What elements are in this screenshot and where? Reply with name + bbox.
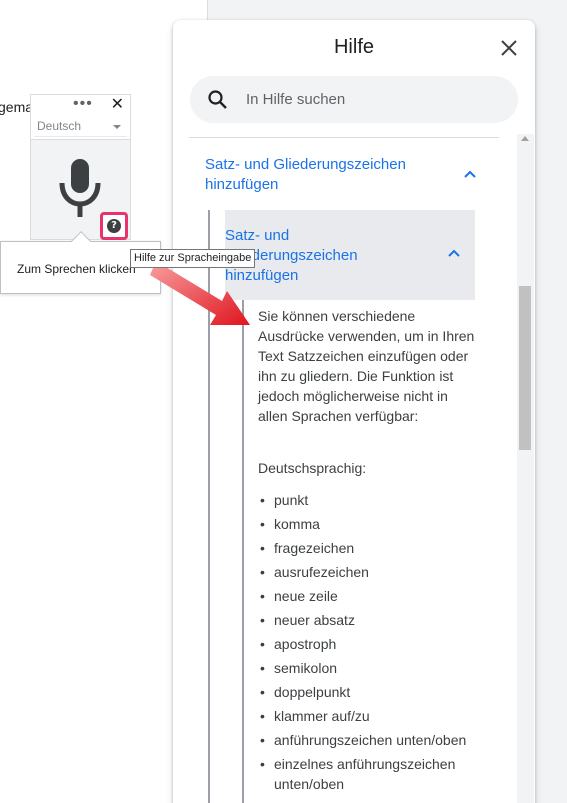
chevron-up-icon — [464, 170, 476, 178]
help-content: Satz- und Gliederungszeichen hinzufügen … — [173, 138, 535, 803]
voice-widget-header: ••• ✕ — [31, 95, 130, 117]
voice-typing-widget: ••• ✕ Deutsch ? — [30, 94, 131, 240]
chevron-up-icon — [448, 249, 460, 257]
list-item: • komma — [260, 516, 320, 532]
language-heading: Deutschsprachig: — [258, 460, 367, 476]
close-icon[interactable] — [499, 38, 519, 58]
list-item: • semikolon — [260, 660, 338, 676]
command-list: • punkt • komma • fragezeichen • ausrufezeic… — [258, 490, 488, 798]
subsection-rule — [242, 300, 244, 803]
scroll-up-arrow-icon[interactable] — [521, 136, 529, 141]
list-item: • neuer absatz — [260, 612, 355, 628]
list-item: • doppelpunkt — [260, 684, 351, 700]
help-panel: Hilfe Satz- und Gliederungszeichen hinzu… — [173, 20, 535, 803]
more-options-icon[interactable]: ••• — [73, 96, 93, 112]
document-text: gema — [0, 99, 34, 115]
scrollbar[interactable] — [517, 134, 534, 803]
microphone-icon — [59, 159, 101, 217]
search-input[interactable] — [246, 88, 496, 110]
language-select[interactable]: Deutsch — [34, 117, 127, 137]
scrollbar-thumb[interactable] — [519, 286, 531, 450]
list-item: • klammer auf/zu — [260, 708, 370, 724]
speak-tooltip-text: Zum Sprechen klicken — [17, 262, 136, 276]
help-search-bar[interactable] — [190, 76, 518, 123]
help-circle-icon: ? — [107, 219, 121, 233]
microphone-button[interactable]: ? — [31, 139, 130, 240]
subsection-punctuation-toggle[interactable]: Satz- und Gliederungszeichen hinzufügen — [225, 210, 475, 300]
close-icon[interactable]: ✕ — [111, 96, 124, 114]
help-hover-tooltip: Hilfe zur Spracheingabe — [130, 249, 256, 268]
list-item: • punkt — [260, 492, 309, 508]
list-item: • anführungszeichen unten/oben — [260, 732, 467, 748]
search-icon — [208, 90, 227, 109]
section-punctuation-toggle[interactable]: Satz- und Gliederungszeichen hinzufügen — [205, 155, 505, 195]
dropdown-caret-icon — [113, 125, 121, 129]
voice-help-button[interactable]: ? — [100, 212, 128, 240]
list-item: • neue zeile — [260, 588, 338, 604]
section-title: Satz- und Gliederungszeichen hinzufügen — [205, 156, 406, 193]
list-item: • apostroph — [260, 636, 337, 652]
list-item: • ausrufezeichen — [260, 564, 369, 580]
list-item: • fragezeichen — [260, 540, 355, 556]
list-item: • einzelnes anführungszeichen unten/oben — [260, 756, 456, 792]
language-label: Deutsch — [37, 119, 82, 133]
help-panel-title: Hilfe — [333, 36, 374, 58]
body-paragraph: Sie können verschiedene Ausdrücke verwen… — [258, 308, 475, 424]
